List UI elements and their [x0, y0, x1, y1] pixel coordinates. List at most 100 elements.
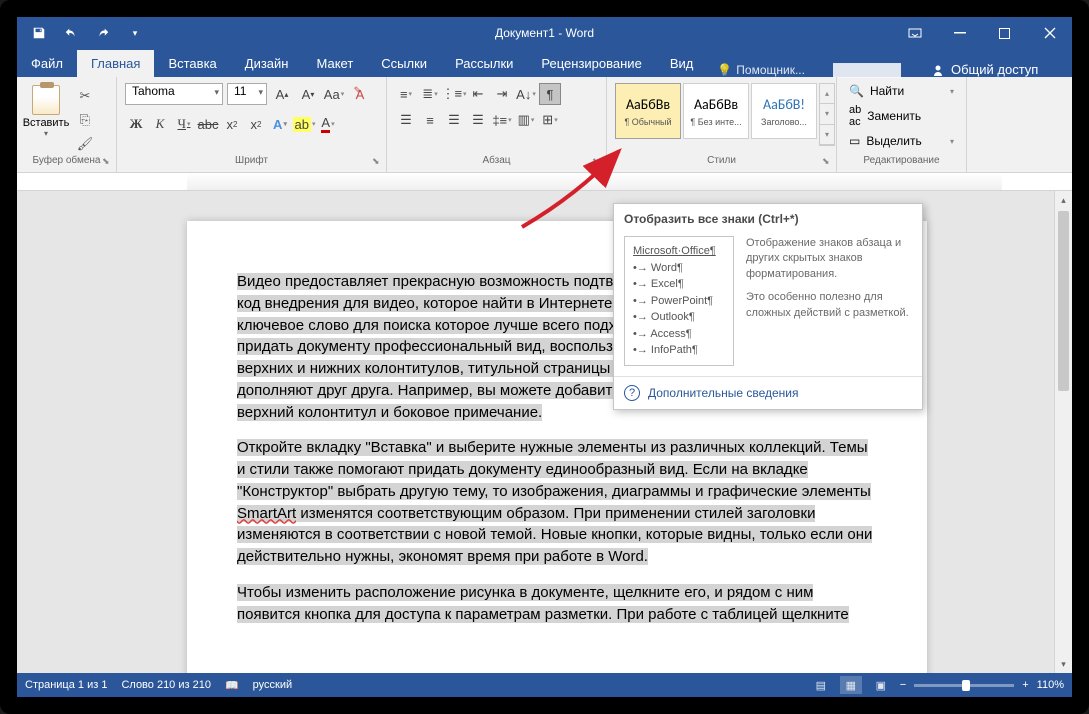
bold-button[interactable]: Ж [125, 113, 147, 135]
save-button[interactable] [25, 19, 53, 47]
styles-gallery-nav[interactable]: ▴▾▾ [819, 83, 835, 146]
grow-font-button[interactable]: A▴ [271, 83, 293, 105]
tell-me-label: Помощник... [736, 63, 805, 77]
format-painter-button[interactable]: 🖌 [73, 133, 97, 155]
maximize-button[interactable] [982, 17, 1027, 49]
status-proofing-icon[interactable]: 📖 [225, 679, 239, 692]
tooltip-show-marks: Отобразить все знаки (Ctrl+*) Microsoft·… [613, 203, 923, 410]
view-read-button[interactable]: ▤ [810, 676, 832, 694]
bullets-button[interactable]: ≡ [395, 83, 417, 105]
tab-insert[interactable]: Вставка [154, 50, 230, 77]
multilevel-button[interactable]: ⋮≡ [443, 83, 465, 105]
line-spacing-button[interactable]: ‡≡ [491, 109, 513, 131]
share-button[interactable]: Общий доступ [919, 62, 1050, 77]
borders-button[interactable]: ⊞ [539, 109, 561, 131]
qat-more-icon[interactable]: ▾ [121, 19, 149, 47]
close-button[interactable] [1027, 17, 1072, 49]
status-words[interactable]: Слово 210 из 210 [121, 679, 211, 691]
clipboard-launcher[interactable]: ⬊ [102, 156, 114, 168]
align-left-button[interactable]: ☰ [395, 109, 417, 131]
group-font: Tahoma 11 A▴ A▾ Aa A✎ Ж К Ч abc x2 x2 A … [117, 77, 387, 172]
shrink-font-button[interactable]: A▾ [297, 83, 319, 105]
view-print-button[interactable]: ▦ [840, 676, 862, 694]
tab-layout[interactable]: Макет [302, 50, 367, 77]
doc-paragraph-2c[interactable]: изменятся соответствующим образом. При п… [237, 505, 872, 566]
text-effects-button[interactable]: A [269, 113, 291, 135]
vertical-scrollbar[interactable]: ▴ ▾ [1054, 191, 1072, 673]
font-color-button[interactable]: A [317, 113, 339, 135]
doc-smartart-word[interactable]: SmartArt [237, 505, 296, 522]
tab-home[interactable]: Главная [77, 50, 154, 77]
replace-button[interactable]: abac Заменить [843, 101, 960, 131]
minimize-button[interactable] [937, 17, 982, 49]
paste-icon [32, 85, 60, 115]
redo-button[interactable] [89, 19, 117, 47]
ribbon-options-button[interactable] [892, 17, 937, 49]
change-case-button[interactable]: Aa [323, 83, 345, 105]
subscript-button[interactable]: x2 [221, 113, 243, 135]
paste-button[interactable]: Вставить ▾ [23, 81, 69, 155]
account-name[interactable]: ████████ [815, 63, 919, 77]
zoom-out-button[interactable]: − [900, 679, 906, 691]
tell-me-search[interactable]: 💡 Помощник... [707, 63, 815, 77]
numbering-button[interactable]: ≣ [419, 83, 441, 105]
status-language[interactable]: русский [253, 679, 292, 691]
tab-references[interactable]: Ссылки [367, 50, 441, 77]
styles-launcher[interactable]: ⬊ [822, 156, 834, 168]
scroll-up-icon[interactable]: ▴ [1055, 191, 1072, 209]
find-button[interactable]: 🔍 Найти ▾ [843, 81, 960, 101]
tooltip-sample: Microsoft·Office¶ •→ Word¶ •→ Excel¶ •→ … [624, 236, 734, 366]
undo-button[interactable] [57, 19, 85, 47]
increase-indent-button[interactable]: ⇥ [491, 83, 513, 105]
show-marks-button[interactable]: ¶ [539, 83, 561, 105]
view-web-button[interactable]: ▣ [870, 676, 892, 694]
tooltip-description: Отображение знаков абзаца и других скрыт… [746, 236, 912, 366]
align-right-button[interactable]: ☰ [443, 109, 465, 131]
ruler[interactable] [17, 173, 1072, 191]
copy-button[interactable]: ⎘ [73, 109, 97, 131]
sort-button[interactable]: A↓ [515, 83, 537, 105]
shading-button[interactable]: ▥ [515, 109, 537, 131]
paragraph-launcher[interactable]: ⬊ [592, 156, 604, 168]
superscript-button[interactable]: x2 [245, 113, 267, 135]
decrease-indent-button[interactable]: ⇤ [467, 83, 489, 105]
tab-view[interactable]: Вид [656, 50, 708, 77]
tooltip-title: Отобразить все знаки (Ctrl+*) [614, 204, 922, 230]
doc-paragraph-3[interactable]: Чтобы изменить расположение рисунка в до… [237, 584, 849, 623]
status-page[interactable]: Страница 1 из 1 [25, 679, 107, 691]
italic-button[interactable]: К [149, 113, 171, 135]
tooltip-more-link[interactable]: ? Дополнительные сведения [614, 376, 922, 409]
tab-review[interactable]: Рецензирование [527, 50, 655, 77]
scroll-down-icon[interactable]: ▾ [1055, 655, 1072, 673]
style-nospacing[interactable]: АаБбВв ¶ Без инте... [683, 83, 749, 139]
group-editing: 🔍 Найти ▾ abac Заменить ▭ Выделить ▾ Ред… [837, 77, 967, 172]
select-button[interactable]: ▭ Выделить ▾ [843, 131, 960, 151]
zoom-level[interactable]: 110% [1037, 679, 1064, 691]
group-clipboard-label: Буфер обмена [23, 155, 110, 168]
zoom-slider[interactable] [914, 684, 1014, 687]
tab-file[interactable]: Файл [17, 50, 77, 77]
doc-paragraph-2a[interactable]: Откройте вкладку "Вставка" и выберите ну… [237, 439, 871, 500]
align-center-button[interactable]: ≡ [419, 109, 441, 131]
highlight-button[interactable]: ab [293, 113, 315, 135]
cut-button[interactable]: ✂ [73, 85, 97, 107]
style-normal[interactable]: АаБбВв ¶ Обычный [615, 83, 681, 139]
ribbon-tabs: Файл Главная Вставка Дизайн Макет Ссылки… [17, 49, 1072, 77]
titlebar: ▾ Документ1 - Word [17, 17, 1072, 49]
font-size-combo[interactable]: 11 [227, 83, 267, 105]
tab-design[interactable]: Дизайн [231, 50, 303, 77]
zoom-in-button[interactable]: + [1022, 679, 1028, 691]
font-launcher[interactable]: ⬊ [372, 156, 384, 168]
underline-button[interactable]: Ч [173, 113, 195, 135]
scroll-thumb[interactable] [1058, 211, 1069, 391]
group-styles: АаБбВв ¶ Обычный АаБбВв ¶ Без инте... Аа… [607, 77, 837, 172]
statusbar: Страница 1 из 1 Слово 210 из 210 📖 русск… [17, 673, 1072, 697]
font-name-combo[interactable]: Tahoma [125, 83, 223, 105]
style-heading1[interactable]: АаБбВ! Заголово... [751, 83, 817, 139]
strike-button[interactable]: abc [197, 113, 219, 135]
group-editing-label: Редактирование [843, 155, 960, 168]
justify-button[interactable]: ☰ [467, 109, 489, 131]
clear-format-button[interactable]: A✎ [349, 83, 371, 105]
tab-mailings[interactable]: Рассылки [441, 50, 527, 77]
paste-label: Вставить [23, 117, 70, 129]
